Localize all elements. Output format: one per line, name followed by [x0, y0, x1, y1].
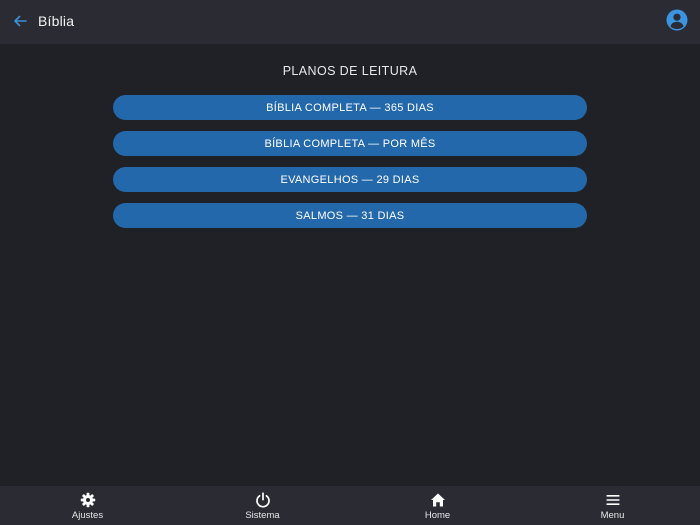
- account-circle-icon: [666, 9, 688, 31]
- nav-item-settings[interactable]: Ajustes: [0, 486, 175, 525]
- nav-label-system: Sistema: [245, 510, 280, 521]
- nav-item-home[interactable]: Home: [350, 486, 525, 525]
- plan-button-psalms-31[interactable]: SALMOS — 31 DIAS: [113, 203, 587, 228]
- arrow-left-icon: [14, 15, 27, 27]
- plan-button-gospels-29[interactable]: EVANGELHOS — 29 DIAS: [113, 167, 587, 192]
- section-title: PLANOS DE LEITURA: [282, 64, 418, 78]
- gear-icon: [80, 492, 95, 508]
- nav-label-settings: Ajustes: [71, 510, 104, 521]
- app-window: Bíblia PLANOS DE LEITURA BÍBLIA COMPLETA…: [0, 0, 700, 525]
- power-icon: [255, 492, 270, 508]
- home-icon: [430, 493, 445, 507]
- top-app-bar: Bíblia: [0, 0, 700, 44]
- hamburger-menu-icon: [606, 495, 619, 505]
- page-title: Bíblia: [38, 13, 75, 29]
- nav-label-menu: Menu: [600, 510, 625, 521]
- plan-button-full-bible-365[interactable]: BÍBLIA COMPLETA — 365 DIAS: [113, 95, 587, 120]
- account-button[interactable]: [666, 9, 688, 31]
- nav-item-system[interactable]: Sistema: [175, 486, 350, 525]
- plan-button-full-bible-by-month[interactable]: BÍBLIA COMPLETA — POR MÊS: [113, 131, 587, 156]
- bottom-navigation: Ajustes Sistema Home Menu: [0, 486, 700, 525]
- nav-item-menu[interactable]: Menu: [525, 486, 700, 525]
- reading-plans-list: BÍBLIA COMPLETA — 365 DIAS BÍBLIA COMPLE…: [113, 95, 587, 239]
- nav-label-home: Home: [424, 510, 451, 521]
- back-button[interactable]: [10, 11, 30, 31]
